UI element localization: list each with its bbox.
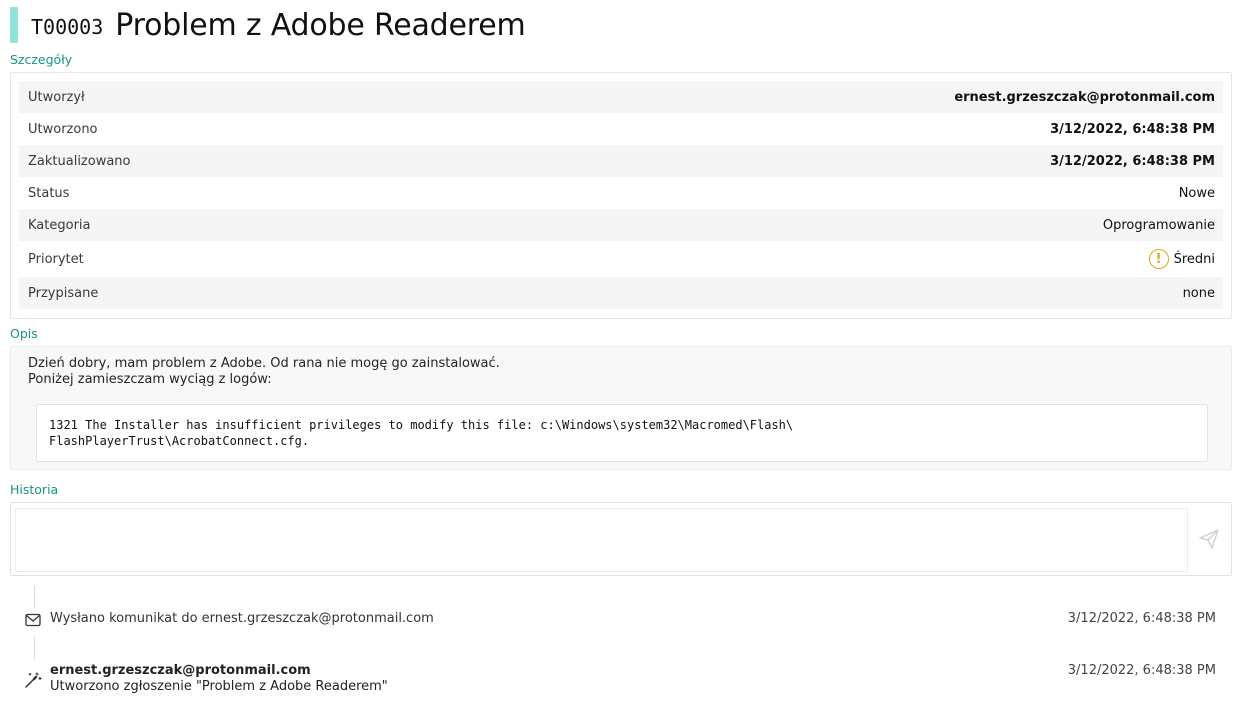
detail-value: none bbox=[1182, 285, 1215, 301]
detail-label: Utworzono bbox=[28, 121, 98, 137]
detail-label: Utworzył bbox=[28, 89, 85, 105]
history-event: Wysłano komunikat do ernest.grzeszczak@p… bbox=[24, 611, 1218, 631]
detail-value: 3/12/2022, 6:48:38 PM bbox=[1050, 153, 1215, 169]
comment-composer bbox=[10, 502, 1232, 576]
ticket-id: T00003 bbox=[31, 15, 104, 39]
timeline-connector bbox=[34, 586, 35, 608]
timeline-connector bbox=[34, 636, 35, 660]
detail-label: Kategoria bbox=[28, 217, 91, 233]
priority-value: ! Średni bbox=[1148, 249, 1215, 269]
detail-row-assigned: Przypisane none bbox=[19, 277, 1223, 309]
detail-row-priority: Priorytet ! Średni bbox=[19, 241, 1223, 277]
detail-row-status: Status Nowe bbox=[19, 177, 1223, 209]
details-panel: Utworzył ernest.grzeszczak@protonmail.co… bbox=[10, 72, 1232, 319]
log-excerpt: 1321 The Installer has insufficient priv… bbox=[36, 404, 1208, 462]
history-event-time: 3/12/2022, 6:48:38 PM bbox=[1067, 663, 1216, 678]
detail-label: Zaktualizowano bbox=[28, 153, 131, 169]
history-section-label: Historia bbox=[10, 482, 59, 497]
detail-row-category: Kategoria Oprogramowanie bbox=[19, 209, 1223, 241]
detail-value: Nowe bbox=[1178, 185, 1215, 201]
send-icon[interactable] bbox=[1197, 527, 1221, 551]
detail-label: Przypisane bbox=[28, 285, 99, 301]
details-section-label: Szczegóły bbox=[10, 52, 73, 67]
comment-input[interactable] bbox=[15, 508, 1188, 572]
ticket-title: Problem z Adobe Readerem bbox=[115, 7, 526, 43]
description-panel: Dzień dobry, mam problem z Adobe. Od ran… bbox=[10, 346, 1232, 470]
detail-value: Oprogramowanie bbox=[1102, 217, 1215, 233]
history-event: ernest.grzeszczak@protonmail.com Utworzo… bbox=[24, 663, 1218, 699]
page-header: T00003 Problem z Adobe Readerem bbox=[10, 6, 526, 44]
description-line: Dzień dobry, mam problem z Adobe. Od ran… bbox=[28, 356, 500, 371]
magic-wand-icon bbox=[25, 672, 42, 688]
detail-row-created-by: Utworzył ernest.grzeszczak@protonmail.co… bbox=[19, 81, 1223, 113]
detail-row-created: Utworzono 3/12/2022, 6:48:38 PM bbox=[19, 113, 1223, 145]
history-event-time: 3/12/2022, 6:48:38 PM bbox=[1067, 611, 1216, 626]
header-accent-bar bbox=[10, 7, 18, 43]
description-section-label: Opis bbox=[10, 326, 38, 341]
history-event-body: ernest.grzeszczak@protonmail.com Utworzo… bbox=[50, 663, 388, 694]
history-event-author[interactable]: ernest.grzeszczak@protonmail.com bbox=[50, 663, 388, 678]
detail-value: Średni bbox=[1173, 251, 1215, 267]
description-line: Poniżej zamieszczam wyciąg z logów: bbox=[28, 372, 272, 387]
detail-value: 3/12/2022, 6:48:38 PM bbox=[1050, 121, 1215, 137]
detail-value: ernest.grzeszczak@protonmail.com bbox=[954, 89, 1215, 105]
detail-row-updated: Zaktualizowano 3/12/2022, 6:48:38 PM bbox=[19, 145, 1223, 177]
detail-label: Status bbox=[28, 185, 70, 201]
history-event-text: Wysłano komunikat do ernest.grzeszczak@p… bbox=[50, 611, 434, 626]
history-event-text: Utworzono zgłoszenie "Problem z Adobe Re… bbox=[50, 679, 388, 694]
warning-icon: ! bbox=[1148, 249, 1169, 269]
mail-icon bbox=[25, 613, 41, 627]
detail-label: Priorytet bbox=[28, 251, 84, 267]
